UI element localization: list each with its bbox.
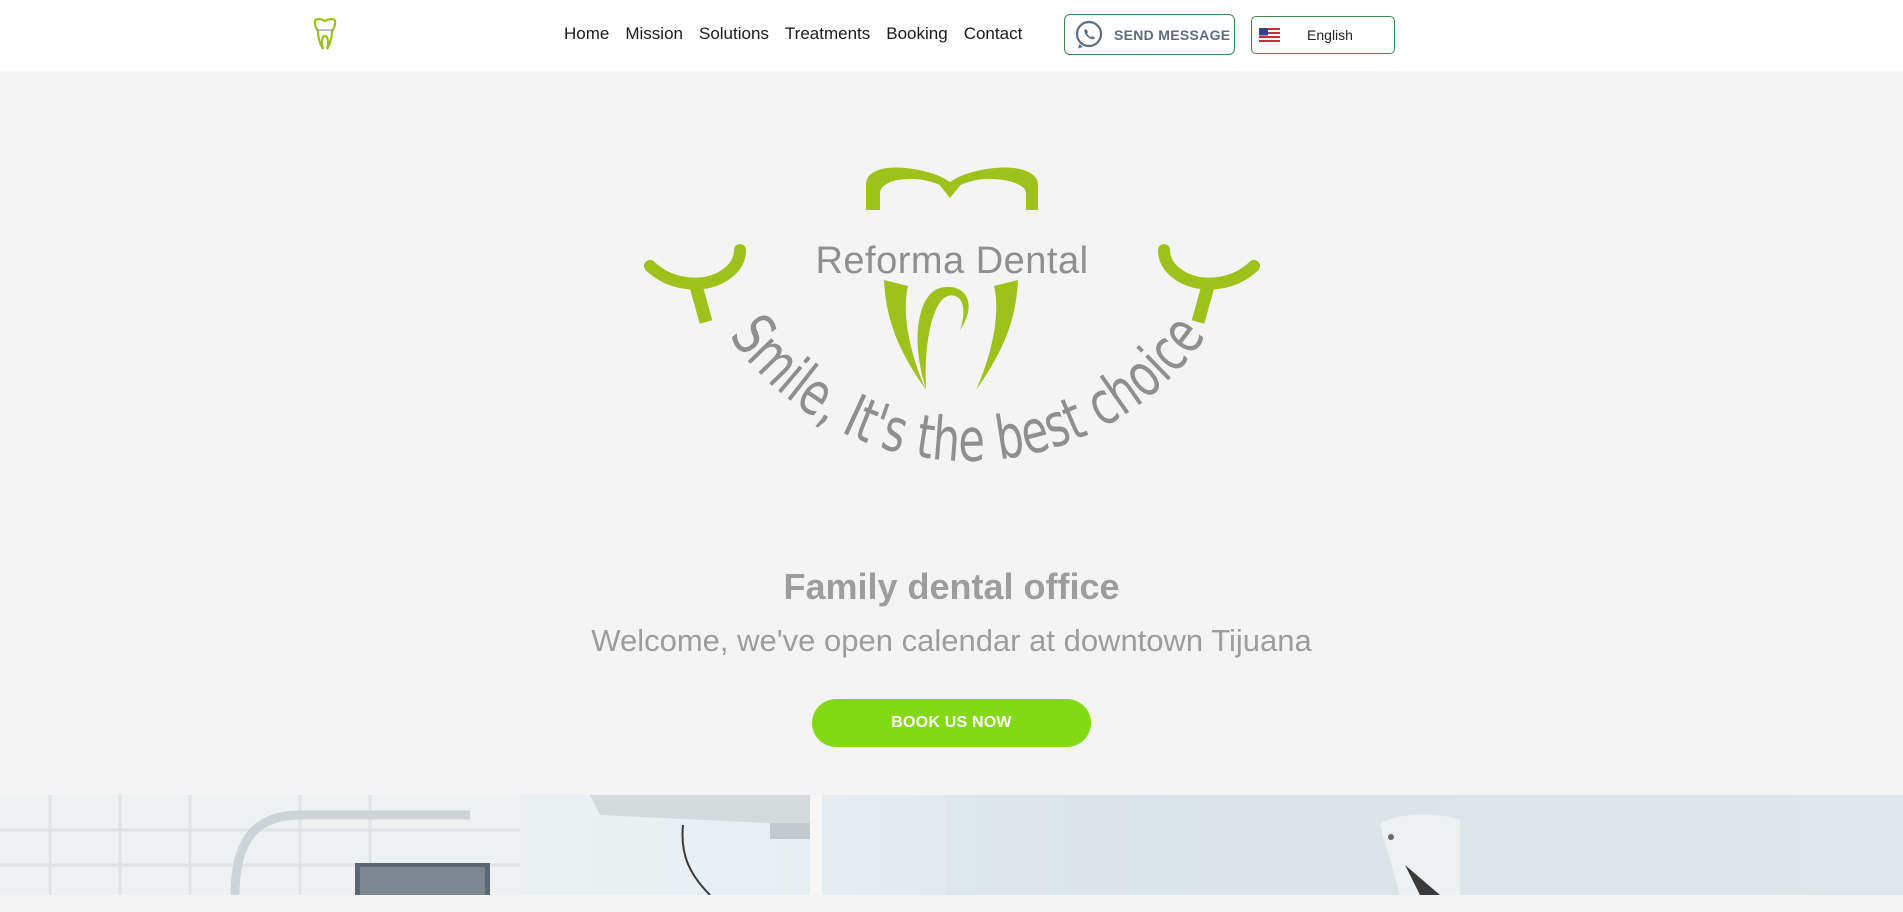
left-smile-hook: [644, 244, 746, 290]
nav-home[interactable]: Home: [556, 24, 617, 44]
nav-booking[interactable]: Booking: [878, 24, 955, 44]
send-message-label: SEND MESSAGE: [1114, 26, 1231, 43]
logo-brand-name: Reforma Dental: [815, 240, 1088, 282]
whatsapp-icon: [1075, 20, 1103, 48]
language-label: English: [1307, 27, 1353, 43]
logo-slogan: Smile, It's the best choice: [717, 303, 1219, 477]
right-smile-hook: [1158, 244, 1260, 290]
hero-subtitle: Welcome, we've open calendar at downtown…: [591, 623, 1312, 658]
nav-contact[interactable]: Contact: [956, 24, 1031, 44]
site-header: Home Mission Solutions Treatments Bookin…: [0, 0, 1903, 71]
clinic-photo-illustration: [0, 795, 1903, 895]
nav-mission[interactable]: Mission: [617, 24, 691, 44]
send-message-button[interactable]: SEND MESSAGE: [1064, 14, 1235, 55]
nav-treatments[interactable]: Treatments: [777, 24, 878, 44]
main-nav: Home Mission Solutions Treatments Bookin…: [556, 24, 1030, 44]
hero-title: Family dental office: [783, 566, 1120, 607]
nav-solutions[interactable]: Solutions: [691, 24, 777, 44]
language-select[interactable]: English: [1251, 16, 1395, 54]
tooth-logo-icon[interactable]: [309, 18, 341, 52]
book-now-button[interactable]: BOOK US NOW: [812, 699, 1091, 747]
reforma-dental-logo: Reforma Dental Smile, It's the best choi…: [644, 167, 1260, 477]
dental-clinic-photo: [0, 795, 1903, 895]
